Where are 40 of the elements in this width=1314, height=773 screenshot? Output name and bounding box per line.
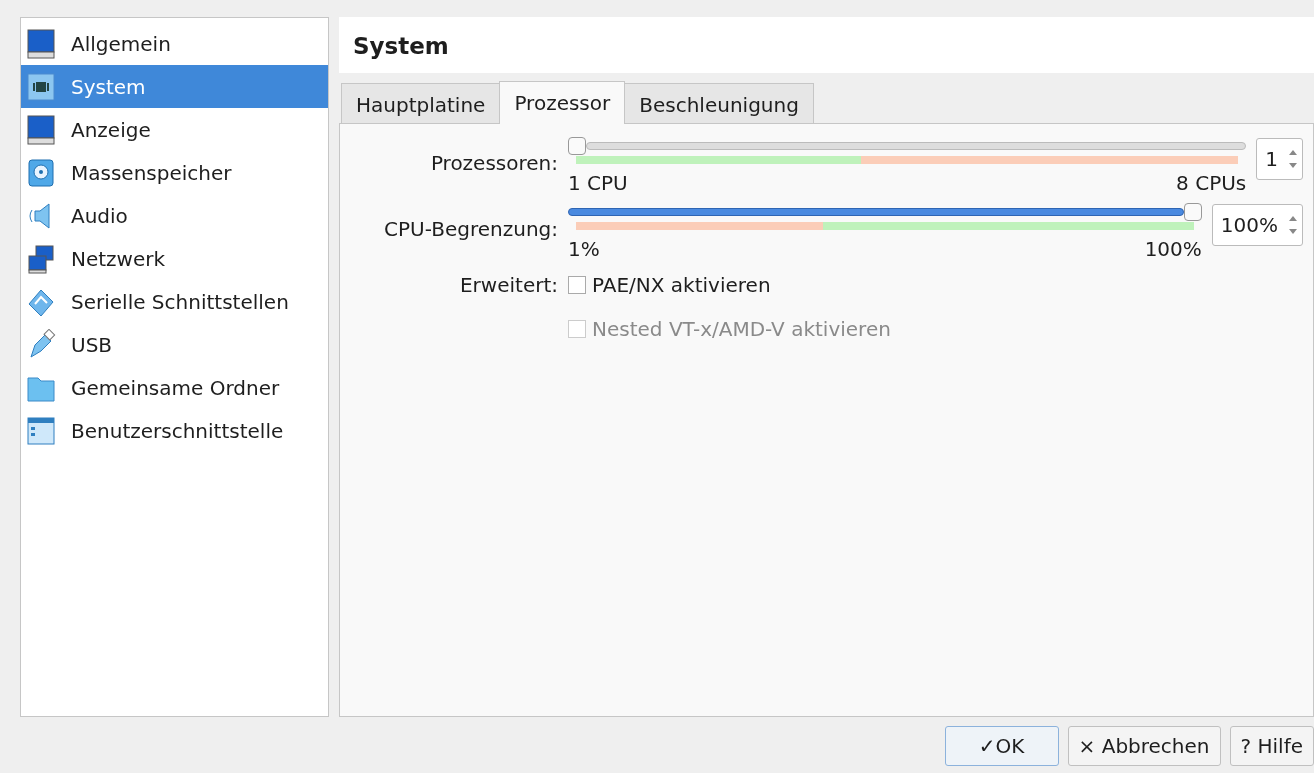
slider-handle[interactable] (568, 137, 586, 155)
monitor-icon (25, 27, 57, 60)
tab[interactable]: Beschleunigung (624, 83, 814, 124)
slider[interactable] (568, 137, 1247, 155)
spin-up-icon[interactable] (1288, 215, 1298, 222)
sidebar-item[interactable]: Netzwerk (21, 237, 328, 280)
slider-label: CPU-Begrenzung: (383, 216, 558, 243)
sidebar-item[interactable]: USB (21, 323, 328, 366)
network-icon (25, 242, 57, 275)
tab[interactable]: Hauptplatine (341, 83, 501, 124)
options-label: Erweitert: (459, 273, 558, 297)
ok-button[interactable]: ✓OK (944, 726, 1059, 766)
spin-down-icon[interactable] (1288, 228, 1298, 235)
slider-handle[interactable] (1183, 203, 1202, 221)
spin-up-icon[interactable] (1288, 149, 1298, 156)
max-label: 8 CPUs (1176, 170, 1247, 197)
window-icon (25, 414, 57, 447)
checkbox[interactable]: PAE/NX aktivieren (568, 270, 771, 300)
page-title: System (339, 17, 1314, 73)
cancel-button[interactable]: × Abbrechen (1067, 726, 1221, 766)
monitor-icon (25, 113, 57, 146)
sidebar-item[interactable]: System (21, 65, 328, 108)
sidebar-item[interactable]: Audio (21, 194, 328, 237)
sidebar-item[interactable]: Allgemein (21, 22, 328, 65)
min-label: 1% (568, 236, 600, 263)
spin-box[interactable]: 100% (1211, 204, 1303, 246)
max-label: 100% (1144, 236, 1202, 263)
sidebar-item[interactable]: Anzeige (21, 108, 328, 151)
slider-label: Prozessoren: (429, 150, 558, 177)
tab[interactable]: Prozessor (499, 81, 626, 124)
spin-box[interactable]: 1 (1256, 138, 1303, 180)
sidebar-item[interactable]: Serielle Schnittstellen (21, 280, 328, 323)
min-label: 1 CPU (568, 170, 628, 197)
help-button[interactable]: ? Hilfe (1229, 726, 1314, 766)
sidebar-item[interactable]: Benutzerschnittstelle (21, 409, 328, 452)
sidebar-item[interactable]: Gemeinsame Ordner (21, 366, 328, 409)
spin-down-icon[interactable] (1288, 162, 1298, 169)
sidebar-item[interactable]: Massenspeicher (21, 151, 328, 194)
checkbox: Nested VT-x/AMD-V aktivieren (568, 314, 891, 344)
slider[interactable] (568, 203, 1202, 221)
